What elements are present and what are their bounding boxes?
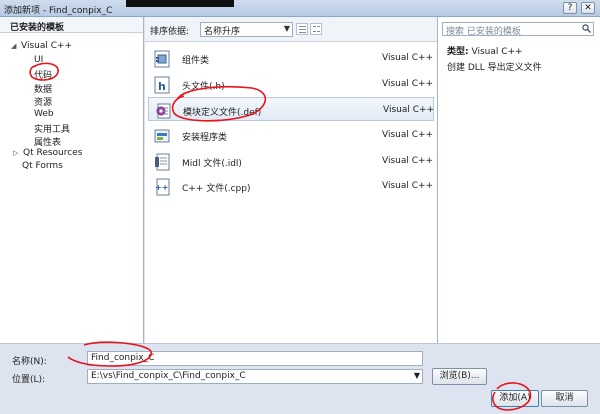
item-details-form: 名称(N): Find_conpix_C 位置(L): E:\vs\Find_c…: [0, 343, 600, 414]
template-description: 创建 DLL 导出定义文件: [447, 63, 542, 73]
tree-node-ui[interactable]: UI: [34, 55, 43, 65]
title-bar-dark-strip: [126, 0, 234, 7]
dropdown-arrow-icon: ▼: [283, 24, 290, 33]
dropdown-arrow-icon: ▼: [413, 371, 420, 380]
tree-node-qt-resources[interactable]: ▷ Qt Resources: [13, 148, 82, 158]
expanded-arrow-icon: ◢: [11, 42, 17, 50]
template-row-installer-class[interactable]: 安装程序类 Visual C++: [148, 123, 434, 147]
sort-dropdown[interactable]: 名称升序 ▼: [200, 22, 293, 37]
cancel-button[interactable]: 取消: [541, 390, 588, 407]
template-search-input[interactable]: 搜索 已安装的模板: [442, 22, 594, 37]
template-row-cpp-file[interactable]: ++ C++ 文件(.cpp) Visual C++: [148, 174, 434, 198]
location-label: 位置(L):: [12, 375, 46, 385]
tree-node-code[interactable]: 代码: [34, 68, 52, 81]
tree-node-utilities[interactable]: 实用工具: [34, 122, 70, 135]
module-definition-icon: [156, 103, 171, 119]
type-value: Visual C++: [471, 47, 523, 57]
name-input[interactable]: Find_conpix_C: [87, 351, 423, 366]
view-small-icons-button[interactable]: [310, 23, 322, 35]
svg-text:++: ++: [155, 183, 168, 192]
tree-node-qt-forms[interactable]: Qt Forms: [22, 161, 63, 171]
add-button[interactable]: 添加(A): [491, 390, 539, 407]
template-toolbar: 排序依据: 名称升序 ▼: [145, 17, 437, 41]
template-details-panel: 搜索 已安装的模板 类型: Visual C++ 创建 DLL 导出定义文件: [437, 17, 600, 343]
window-title: 添加新项 - Find_conpix_C: [4, 6, 113, 16]
tree-node-data[interactable]: 数据: [34, 82, 52, 95]
template-row-header-file[interactable]: h 头文件(.h) Visual C++: [148, 72, 434, 96]
component-class-icon: [154, 50, 170, 68]
collapsed-arrow-icon: ▷: [13, 149, 19, 157]
template-row-component-class[interactable]: 组件类 Visual C++: [148, 46, 434, 70]
tree-node-visual-cpp[interactable]: ◢ Visual C++: [11, 41, 72, 51]
cpp-file-icon: ++: [155, 178, 170, 196]
help-button[interactable]: ?: [563, 2, 577, 14]
search-icon: [582, 24, 591, 33]
tree-node-resources[interactable]: 资源: [34, 95, 52, 108]
name-label: 名称(N):: [12, 357, 47, 367]
svg-text:h: h: [158, 80, 166, 93]
template-row-midl-file[interactable]: Midl 文件(.idl) Visual C++: [148, 149, 434, 173]
midl-file-icon: [155, 153, 170, 171]
view-list-button[interactable]: [296, 23, 308, 35]
template-list: 组件类 Visual C++ h 头文件(.h) Visual C++ 模块定义…: [145, 41, 437, 343]
installer-class-icon: [154, 129, 170, 143]
sort-label: 排序依据:: [150, 27, 190, 37]
close-button[interactable]: ✕: [581, 2, 595, 14]
template-category-panel: 已安装的模板 ◢ Visual C++ UI 代码 数据 资源 Web 实用工具 …: [0, 17, 144, 343]
title-bar: 添加新项 - Find_conpix_C ? ✕: [0, 0, 600, 17]
template-row-module-definition[interactable]: 模块定义文件(.def) Visual C++: [148, 97, 434, 121]
browse-button[interactable]: 浏览(B)...: [432, 368, 487, 385]
type-label: 类型:: [447, 47, 469, 57]
tree-node-property-sheets[interactable]: 属性表: [34, 135, 61, 148]
location-combobox[interactable]: E:\vs\Find_conpix_C\Find_conpix_C ▼: [87, 369, 423, 384]
template-type-line: 类型: Visual C++: [447, 44, 523, 57]
header-file-icon: h: [154, 76, 170, 94]
installed-templates-header: 已安装的模板: [0, 17, 143, 33]
tree-node-web[interactable]: Web: [34, 109, 54, 119]
